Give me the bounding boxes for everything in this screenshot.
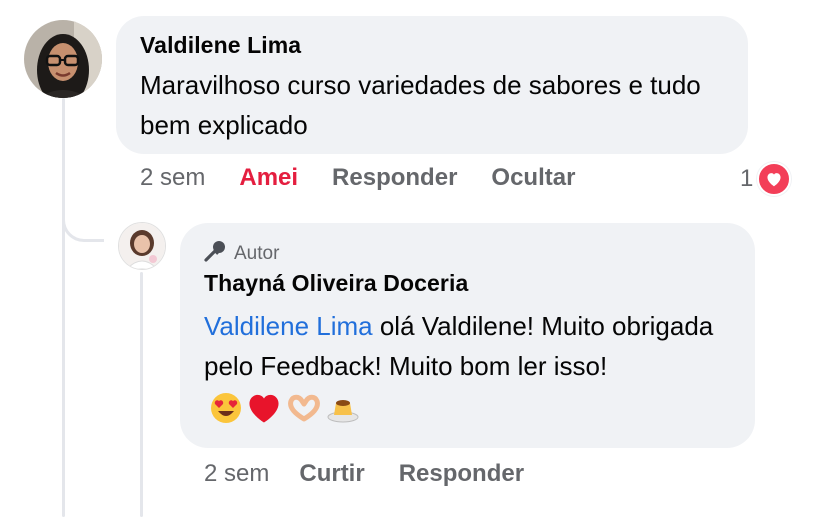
thread-connector: [62, 190, 104, 242]
mention-link[interactable]: Valdilene Lima: [204, 311, 373, 341]
reaction-summary[interactable]: 1: [740, 162, 792, 196]
heart-hands-emoji: [286, 393, 322, 423]
author-badge-label: Autor: [234, 243, 280, 264]
heart-reaction-icon: [757, 162, 792, 196]
reply-actions: 2 sem Curtir Responder: [204, 460, 558, 488]
red-heart-emoji: [246, 392, 282, 424]
reply-text: Valdilene Lima olá Valdilene! Muito obri…: [204, 306, 744, 426]
like-button[interactable]: Curtir: [299, 460, 364, 488]
love-reaction-button[interactable]: Amei: [239, 164, 298, 192]
avatar-thayna[interactable]: [118, 222, 166, 270]
comment-author[interactable]: Valdilene Lima: [140, 32, 301, 59]
comment-timestamp[interactable]: 2 sem: [140, 164, 205, 192]
reply-button[interactable]: Responder: [332, 164, 457, 192]
author-badge: Autor: [204, 240, 279, 268]
comment-actions: 2 sem Amei Responder Ocultar: [140, 164, 609, 192]
hide-button[interactable]: Ocultar: [491, 164, 575, 192]
reply-reply-button[interactable]: Responder: [399, 460, 524, 488]
reaction-count: 1: [740, 165, 754, 192]
reply-thread-line: [140, 272, 143, 517]
avatar-valdilene[interactable]: [24, 20, 102, 98]
comment-text: Maravilhoso curso variedades de sabores …: [140, 70, 701, 140]
flan-emoji: [326, 393, 360, 423]
reply-author[interactable]: Thayná Oliveira Doceria: [204, 270, 468, 297]
reply-timestamp[interactable]: 2 sem: [204, 460, 269, 488]
heart-eyes-emoji: [210, 392, 242, 424]
microphone-icon: [204, 240, 228, 268]
thread-line: [62, 98, 65, 517]
emoji-group: [210, 392, 360, 424]
